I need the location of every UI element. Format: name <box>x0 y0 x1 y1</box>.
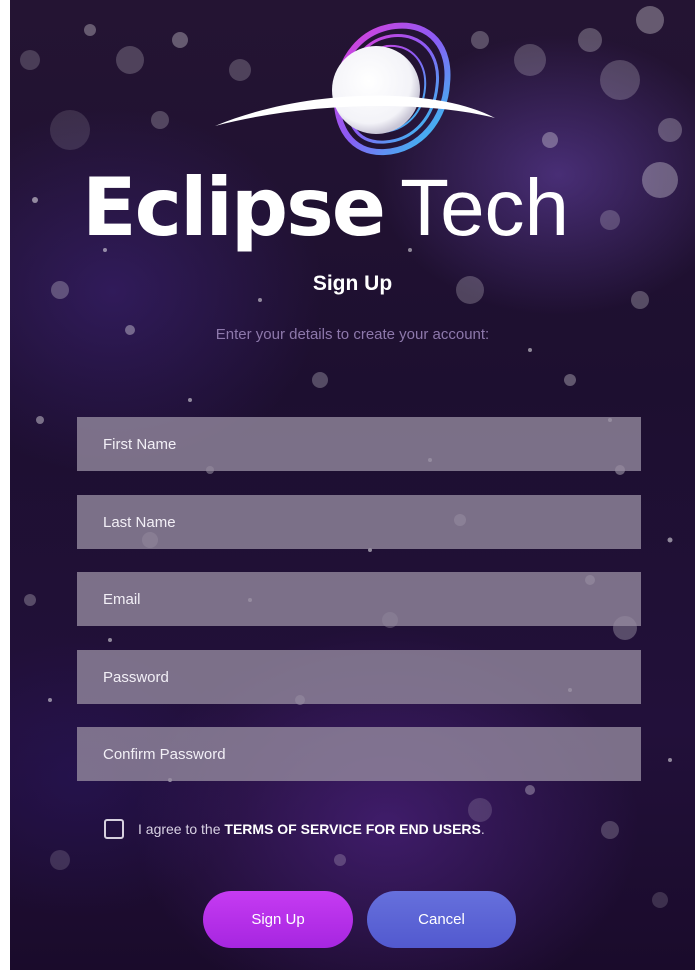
terms-prefix: I agree to the <box>138 821 221 837</box>
terms-suffix: . <box>480 821 485 837</box>
terms-link[interactable]: TERMS OF SERVICE FOR END USERS <box>224 821 480 837</box>
cancel-button[interactable]: Cancel <box>367 891 516 948</box>
password-input[interactable] <box>77 650 641 704</box>
signup-button[interactable]: Sign Up <box>203 891 353 948</box>
terms-checkbox[interactable] <box>104 819 124 839</box>
terms-agreement: I agree to the TERMS OF SERVICE FOR END … <box>104 818 485 840</box>
brand-name-bold: Eclipse <box>82 161 386 254</box>
last-name-input[interactable] <box>77 495 641 549</box>
page-subtitle: Enter your details to create your accoun… <box>215 326 490 343</box>
brand-wordmark: Eclipse Tech <box>82 160 682 256</box>
confirm-password-input[interactable] <box>77 727 641 781</box>
brand-header: Eclipse Tech <box>10 0 695 260</box>
signup-screen: Eclipse Tech Sign Up Enter your details t… <box>10 0 695 970</box>
eclipse-planet-logo-icon <box>215 22 495 156</box>
brand-name-light: Tech <box>400 163 570 252</box>
email-input[interactable] <box>77 572 641 626</box>
page-title: Sign Up <box>312 272 393 295</box>
terms-text: I agree to the TERMS OF SERVICE FOR END … <box>138 821 485 837</box>
first-name-input[interactable] <box>77 417 641 471</box>
